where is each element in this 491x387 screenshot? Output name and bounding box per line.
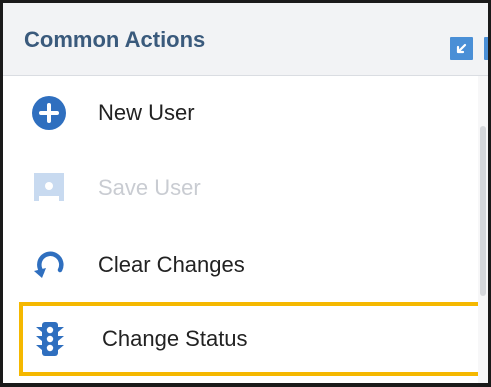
clear-changes-label: Clear Changes <box>98 252 245 277</box>
scrollbar-thumb[interactable] <box>480 126 486 296</box>
undo-icon <box>34 251 64 278</box>
traffic-light-icon <box>36 322 64 356</box>
plus-circle-icon <box>32 96 66 130</box>
save-user-action[interactable]: Save User <box>3 151 483 225</box>
panel-header: Common Actions <box>3 3 488 76</box>
clear-changes-action[interactable]: Clear Changes <box>3 228 483 302</box>
expand-button[interactable] <box>484 37 491 60</box>
collapse-button[interactable] <box>450 37 473 60</box>
expand-icon <box>484 37 491 60</box>
new-user-action[interactable]: New User <box>3 76 483 150</box>
change-status-action[interactable]: Change Status <box>19 302 485 376</box>
new-user-label: New User <box>98 100 195 125</box>
save-user-label: Save User <box>98 175 201 200</box>
collapse-icon <box>456 43 467 54</box>
panel-title: Common Actions <box>24 27 206 52</box>
change-status-label: Change Status <box>102 326 248 351</box>
common-actions-panel: Common Actions New User Save User Clear … <box>0 0 491 387</box>
scrollbar[interactable] <box>478 76 488 383</box>
save-icon <box>34 173 64 201</box>
